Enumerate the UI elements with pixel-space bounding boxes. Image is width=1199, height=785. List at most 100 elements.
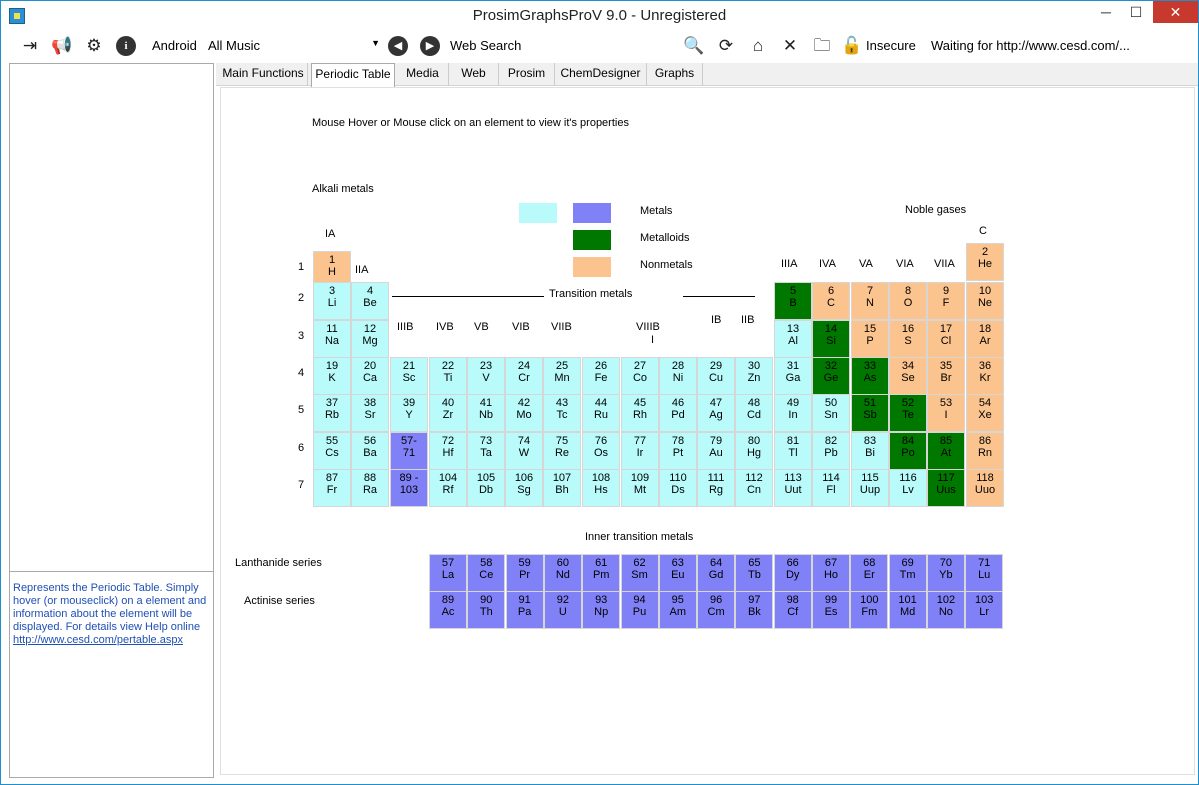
lanthanide-pr[interactable]: 59 Pr	[505, 554, 544, 592]
element-fe[interactable]: 26 Fe	[582, 357, 620, 395]
tab-periodic-table[interactable]: Periodic Table	[311, 63, 395, 87]
lanthanide-la[interactable]: 57 La	[429, 554, 467, 592]
megaphone-icon[interactable]: 📢	[51, 35, 73, 57]
element-ra[interactable]: 88 Ra	[351, 469, 389, 507]
element-mo[interactable]: 42 Mo	[505, 394, 543, 432]
element-sb[interactable]: 51 Sb	[851, 394, 889, 432]
element-uus[interactable]: 117 Uus	[927, 469, 965, 507]
element-mt[interactable]: 109 Mt	[621, 469, 659, 507]
settings-icon[interactable]: ⚙	[83, 35, 105, 57]
search-icon[interactable]: 🔍	[683, 35, 705, 57]
actinide-pa[interactable]: 91 Pa	[505, 591, 544, 629]
element-ge[interactable]: 32 Ge	[812, 357, 850, 395]
element-ti[interactable]: 22 Ti	[429, 357, 467, 395]
element-na[interactable]: 11 Na	[313, 320, 351, 358]
element-rf[interactable]: 104 Rf	[429, 469, 467, 507]
element-si[interactable]: 14 Si	[812, 320, 850, 358]
lanthanide-nd[interactable]: 60 Nd	[543, 554, 582, 592]
element-be[interactable]: 4 Be	[351, 282, 389, 320]
element-uut[interactable]: 113 Uut	[774, 469, 812, 507]
element-in[interactable]: 49 In	[774, 394, 812, 432]
refresh-icon[interactable]: ⟳	[715, 35, 737, 57]
element-co[interactable]: 27 Co	[621, 357, 659, 395]
element-sc[interactable]: 21 Sc	[390, 357, 428, 395]
lanthanide-yb[interactable]: 70 Yb	[926, 554, 965, 592]
element-br[interactable]: 35 Br	[927, 357, 965, 395]
actinide-no[interactable]: 102 No	[926, 591, 965, 629]
element-uup[interactable]: 115 Uup	[851, 469, 889, 507]
android-label[interactable]: Android	[152, 38, 197, 53]
element-sr[interactable]: 38 Sr	[351, 394, 389, 432]
add-folder-icon[interactable]: 🗀	[811, 35, 833, 57]
exit-icon[interactable]: ⇥	[19, 35, 41, 57]
element-p[interactable]: 15 P	[851, 320, 889, 358]
element-rb[interactable]: 37 Rb	[313, 394, 351, 432]
element-ru[interactable]: 44 Ru	[582, 394, 620, 432]
element-rg[interactable]: 111 Rg	[697, 469, 735, 507]
lanthanide-pm[interactable]: 61 Pm	[582, 554, 621, 592]
info-icon[interactable]: i	[116, 36, 136, 56]
element-re[interactable]: 75 Re	[543, 432, 581, 470]
element-bi[interactable]: 83 Bi	[851, 432, 889, 470]
element-nb[interactable]: 41 Nb	[467, 394, 505, 432]
element-cs[interactable]: 55 Cs	[313, 432, 351, 470]
unlock-icon[interactable]: 🔓	[841, 35, 863, 57]
left-panel-list[interactable]	[10, 64, 213, 572]
element-cl[interactable]: 17 Cl	[927, 320, 965, 358]
element-rh[interactable]: 45 Rh	[621, 394, 659, 432]
lanthanide-ho[interactable]: 67 Ho	[812, 554, 850, 592]
tab-prosim[interactable]: Prosim	[499, 63, 555, 86]
element-cu[interactable]: 29 Cu	[697, 357, 735, 395]
element-lv[interactable]: 116 Lv	[889, 469, 927, 507]
element-y[interactable]: 39 Y	[390, 394, 428, 432]
element-f[interactable]: 9F	[927, 282, 965, 320]
actinide-u[interactable]: 92 U	[543, 591, 582, 629]
lanthanide-eu[interactable]: 63 Eu	[658, 554, 697, 592]
element-pb[interactable]: 82 Pb	[812, 432, 850, 470]
tab-main-functions[interactable]: Main Functions	[219, 63, 308, 86]
minimize-button[interactable]: ─	[1092, 1, 1120, 23]
element-c[interactable]: 6C	[812, 282, 850, 320]
element-cr[interactable]: 24 Cr	[505, 357, 543, 395]
lanthanide-dy[interactable]: 66 Dy	[773, 554, 812, 592]
element-ca[interactable]: 20 Ca	[351, 357, 389, 395]
element-cd[interactable]: 48 Cd	[735, 394, 773, 432]
element-71[interactable]: 57- 71	[390, 432, 428, 470]
back-icon[interactable]: ◀	[388, 36, 408, 56]
element-mn[interactable]: 25 Mn	[543, 357, 581, 395]
lanthanide-tm[interactable]: 69 Tm	[888, 554, 927, 592]
close-button[interactable]: ✕	[1153, 1, 1198, 23]
element-li[interactable]: 3 Li	[313, 282, 351, 320]
actinide-ac[interactable]: 89 Ac	[429, 591, 467, 629]
element-as[interactable]: 33 As	[851, 357, 889, 395]
element-ir[interactable]: 77 Ir	[621, 432, 659, 470]
maximize-button[interactable]: ☐	[1122, 1, 1150, 23]
element-hg[interactable]: 80 Hg	[735, 432, 773, 470]
element-he[interactable]: 2 He	[966, 243, 1004, 281]
element-al[interactable]: 13 Al	[774, 320, 812, 358]
element-pd[interactable]: 46 Pd	[659, 394, 697, 432]
element-k[interactable]: 19 K	[313, 357, 351, 395]
element-uuo[interactable]: 118 Uuo	[966, 469, 1004, 507]
element-b[interactable]: 5B	[774, 282, 812, 320]
actinide-cf[interactable]: 98 Cf	[773, 591, 812, 629]
element-xe[interactable]: 54 Xe	[966, 394, 1004, 432]
music-combo[interactable]: All Music ▼	[204, 35, 380, 56]
element-db[interactable]: 105 Db	[467, 469, 505, 507]
element-fl[interactable]: 114 Fl	[812, 469, 850, 507]
element-te[interactable]: 52 Te	[889, 394, 927, 432]
element-mg[interactable]: 12 Mg	[351, 320, 389, 358]
element-sg[interactable]: 106 Sg	[505, 469, 543, 507]
actinide-cm[interactable]: 96 Cm	[697, 591, 736, 629]
element-ni[interactable]: 28 Ni	[659, 357, 697, 395]
element-au[interactable]: 79 Au	[697, 432, 735, 470]
actinide-es[interactable]: 99 Es	[812, 591, 850, 629]
help-link[interactable]: http://www.cesd.com/pertable.aspx	[13, 634, 211, 647]
element-w[interactable]: 74 W	[505, 432, 543, 470]
element-at[interactable]: 85 At	[927, 432, 965, 470]
lanthanide-lu[interactable]: 71 Lu	[965, 554, 1004, 592]
lanthanide-ce[interactable]: 58 Ce	[467, 554, 506, 592]
lanthanide-tb[interactable]: 65 Tb	[735, 554, 774, 592]
stop-icon[interactable]: ✕	[779, 35, 801, 57]
element-kr[interactable]: 36 Kr	[966, 357, 1004, 395]
